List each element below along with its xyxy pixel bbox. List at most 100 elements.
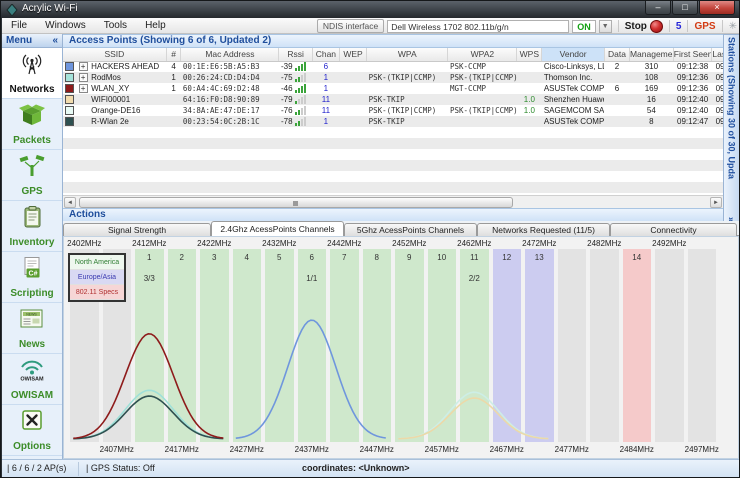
cell-wps — [517, 116, 542, 127]
column-header-mac-address[interactable]: Mac Address — [181, 48, 279, 61]
axis-tick-top: 2472MHz — [517, 239, 561, 248]
cell-mac: 64:16:F0:D8:90:89 — [181, 94, 279, 105]
legend-item: Europe/Asia — [70, 270, 124, 285]
column-header-first-seen[interactable]: First Seen — [673, 48, 712, 61]
horizontal-scrollbar[interactable]: ◄ ► — [63, 195, 723, 208]
actions-tab-bar: Signal Strength2.4Ghz AcessPoints Channe… — [63, 221, 739, 236]
tab-signal-strength[interactable]: Signal Strength — [63, 223, 211, 236]
inventory-icon — [2, 204, 62, 232]
axis-tick-bottom: 2447MHz — [355, 445, 399, 454]
stations-panel-collapsed[interactable]: Stations (Showing 30 of 30, Upda » — [723, 34, 740, 238]
expand-icon[interactable]: + — [79, 62, 88, 71]
cell-ssid: RodMos — [89, 72, 166, 83]
expander-cell — [77, 94, 90, 105]
sidebar-item-label: Inventory — [9, 237, 54, 248]
cell-last-seen: 09:13:55 — [712, 83, 723, 94]
expand-icon[interactable]: + — [79, 73, 88, 82]
axis-tick-bottom: 2467MHz — [485, 445, 529, 454]
collapse-icon[interactable]: « — [52, 35, 58, 46]
expander-cell: + — [77, 72, 90, 83]
menu-tools[interactable]: Tools — [95, 18, 136, 33]
signal-curve — [236, 320, 386, 438]
table-row[interactable]: +HACKERS AHEAD400:1E:E6:5B:A5:B3-396PSK-… — [63, 61, 723, 72]
minimize-button[interactable]: – — [645, 1, 671, 15]
svg-text:OWISAM: OWISAM — [20, 377, 44, 383]
close-button[interactable]: × — [699, 1, 735, 15]
sidebar-item-inventory[interactable]: Inventory — [2, 201, 62, 252]
sidebar-item-options[interactable]: Options — [2, 405, 62, 456]
stop-record-button[interactable] — [650, 20, 663, 33]
sidebar-item-owisam[interactable]: OWISAMOWISAM — [2, 354, 62, 405]
channels-chart: 2402MHz2412MHz2422MHz2432MHz2442MHz2452M… — [63, 236, 739, 459]
column-header-vendor[interactable]: Vendor — [542, 48, 605, 61]
column-header-wpa[interactable]: WPA — [367, 48, 448, 61]
sidebar-item-label: Options — [13, 441, 51, 452]
scroll-left-icon[interactable]: ◄ — [64, 197, 76, 208]
packets-icon — [2, 102, 62, 130]
cell-wps — [517, 83, 542, 94]
ndis-interface-button[interactable]: NDIS interface — [317, 19, 384, 33]
scroll-right-icon[interactable]: ► — [710, 197, 722, 208]
cell-data: 2 — [604, 61, 629, 72]
cell-count — [166, 105, 181, 116]
column-header--[interactable]: # — [166, 48, 181, 61]
cell-first-seen: 09:12:36 — [673, 83, 712, 94]
column-header-wpa2[interactable]: WPA2 — [448, 48, 517, 61]
adapter-select[interactable]: Dell Wireless 1702 802.11b/g/n — [387, 20, 569, 33]
expand-icon[interactable]: + — [79, 84, 88, 93]
cell-wpa — [367, 83, 448, 94]
cell-chan: 6 — [312, 61, 339, 72]
column-header-data[interactable]: Data — [604, 48, 629, 61]
sidebar-item-label: Networks — [9, 84, 54, 95]
axis-tick-bottom: 2484MHz — [615, 445, 659, 454]
sidebar-item-gps[interactable]: GPS — [2, 150, 62, 201]
window-title: Acrylic Wi-Fi — [22, 3, 78, 14]
tab-2-4ghz-acesspoints-channels[interactable]: 2.4Ghz AcessPoints Channels — [211, 221, 344, 236]
sidebar-item-label: Packets — [13, 135, 51, 146]
axis-tick-top: 2482MHz — [582, 239, 626, 248]
column-header-management[interactable]: Management — [629, 48, 673, 61]
settings-icon[interactable]: ✳ — [729, 21, 737, 32]
column-header-ssid[interactable]: SSID — [63, 48, 166, 61]
chevron-down-icon[interactable]: ▼ — [599, 20, 612, 33]
cell-wps: 1.0 — [517, 94, 542, 105]
cell-wep — [339, 72, 366, 83]
sidebar-item-scripting[interactable]: C#Scripting — [2, 252, 62, 303]
cell-mac: 34:8A:AE:47:DE:17 — [181, 105, 279, 116]
tab-networks-requested-11-5-[interactable]: Networks Requested (11/5) — [477, 223, 610, 236]
table-row[interactable]: +WLAN_XY160:A4:4C:69:D2:48-461MGT-CCMPAS… — [63, 83, 723, 94]
sidebar-header: Menu « — [2, 34, 62, 48]
column-header-rssi[interactable]: Rssi — [279, 48, 312, 61]
table-row[interactable]: +RodMos100:26:24:CD:D4:D4-751PSK-(TKIP|C… — [63, 72, 723, 83]
tab-5ghz-acesspoints-channels[interactable]: 5Ghz AcessPoints Channels — [344, 223, 477, 236]
signal-bars-icon — [295, 95, 306, 104]
axis-tick-top: 2422MHz — [192, 239, 236, 248]
tab-connectivity[interactable]: Connectivity — [610, 223, 737, 236]
table-row[interactable]: WIFI0000164:16:F0:D8:90:89-7911PSK-TKIP1… — [63, 94, 723, 105]
column-header-wep[interactable]: WEP — [339, 48, 366, 61]
table-row[interactable]: Orange-DE1634:8A:AE:47:DE:17-7611PSK-(TK… — [63, 105, 723, 116]
column-header-last-seen[interactable]: Last Seen — [712, 48, 723, 61]
menu-windows[interactable]: Windows — [36, 18, 95, 33]
scrollbar-thumb[interactable] — [79, 197, 513, 208]
table-row[interactable]: R-Wlan 2e00:23:54:0C:2B:1C-781PSK-TKIPAS… — [63, 116, 723, 127]
maximize-button[interactable]: □ — [672, 1, 698, 15]
cell-rssi: -39 — [279, 61, 312, 72]
cell-last-seen: 09:13:48 — [712, 105, 723, 116]
menu-help[interactable]: Help — [136, 18, 175, 33]
sidebar-item-networks[interactable]: Networks — [2, 48, 62, 99]
cell-rssi: -79 — [279, 94, 312, 105]
gps-toolbar-button[interactable]: GPS — [694, 21, 715, 32]
column-header-wps[interactable]: WPS — [517, 48, 542, 61]
axis-tick-bottom: 2437MHz — [290, 445, 334, 454]
signal-curve — [398, 392, 548, 439]
cell-first-seen: 09:12:40 — [673, 105, 712, 116]
interface-power-toggle[interactable]: ON — [572, 20, 596, 33]
sidebar-item-packets[interactable]: Packets — [2, 99, 62, 150]
app-window: Acrylic Wi-Fi – □ × FileWindowsToolsHelp… — [0, 0, 740, 478]
menu-file[interactable]: File — [2, 18, 36, 33]
column-header-chan[interactable]: Chan — [312, 48, 339, 61]
sidebar-item-news[interactable]: NEWSNews — [2, 303, 62, 354]
cell-count — [166, 116, 181, 127]
options-icon — [2, 408, 62, 436]
